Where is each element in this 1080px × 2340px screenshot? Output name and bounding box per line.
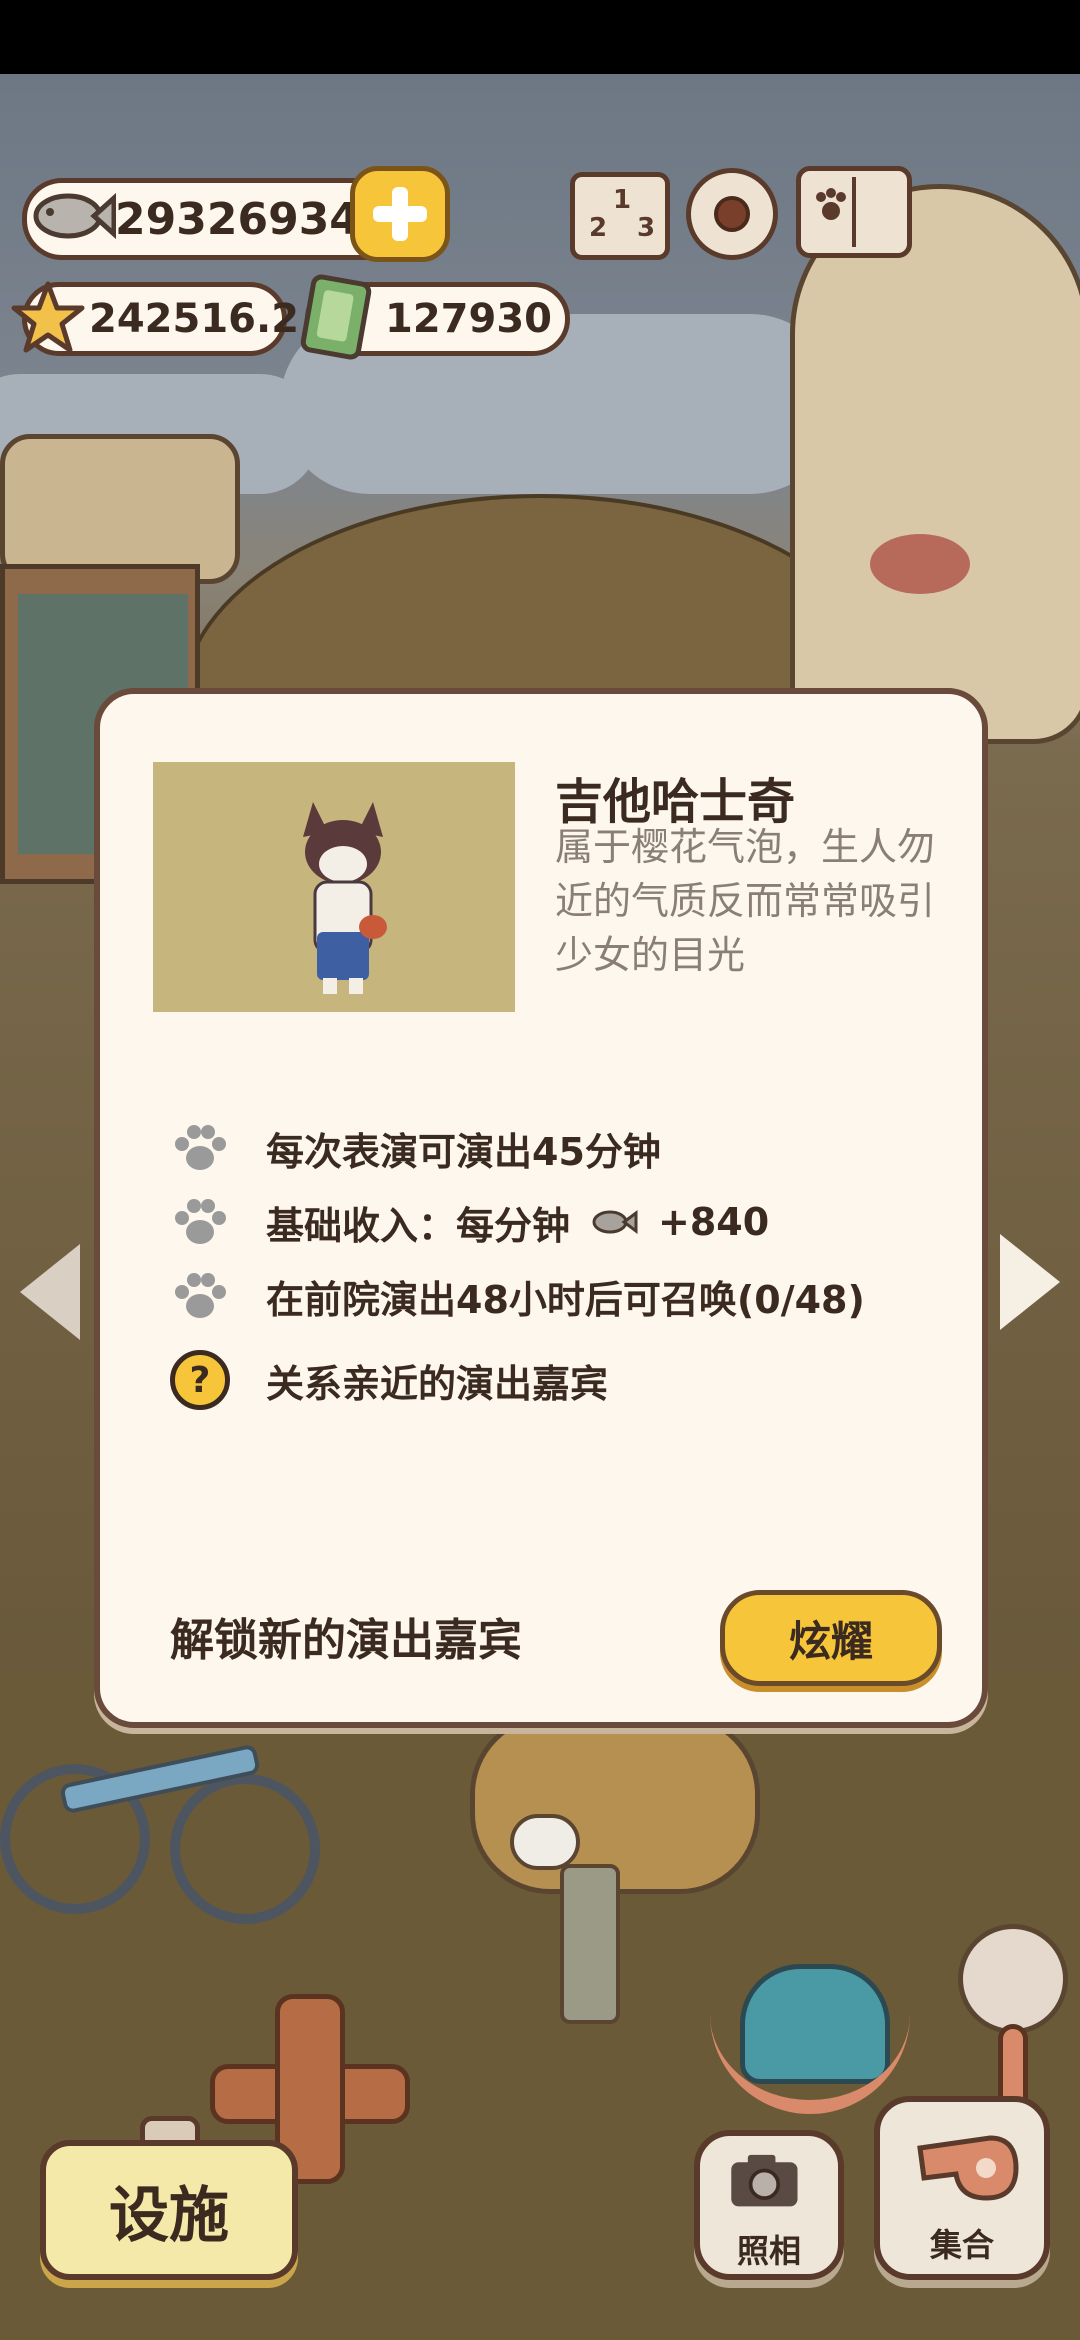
feature-text: 在前院演出48小时后可召唤(0/48) <box>266 1277 865 1322</box>
mushroom-rock <box>790 184 1080 744</box>
guitar-husky-image <box>303 802 387 994</box>
fish-icon <box>592 1210 638 1234</box>
add-coins-button[interactable] <box>350 166 450 262</box>
paw-icon <box>170 1268 230 1324</box>
feature-text: 关系亲近的演出嘉宾 <box>266 1361 609 1406</box>
bicycle-wheel <box>170 1774 320 1924</box>
gumball-machine[interactable] <box>958 1924 1068 2034</box>
shop-roof <box>0 434 240 584</box>
feature-row-duration: 每次表演可演出45分钟 <box>170 1118 661 1178</box>
camera-icon <box>731 2154 798 2207</box>
book-icon <box>816 177 856 247</box>
rock-spot <box>870 534 970 594</box>
income-value: +840 <box>658 1200 770 1244</box>
photo-button[interactable]: 照相 <box>694 2130 844 2280</box>
character-portrait <box>153 762 515 1012</box>
facility-label: 设施 <box>109 2180 229 2251</box>
fish-coin-icon <box>33 192 116 240</box>
photo-label: 照相 <box>736 2232 801 2270</box>
tickets-value: 127930 <box>385 296 552 342</box>
paw-icon <box>170 1194 230 1250</box>
feature-row-summon: 在前院演出48小时后可召唤(0/48) <box>170 1266 865 1326</box>
settings-gear-icon[interactable] <box>686 168 778 260</box>
ticket-icon <box>300 274 372 360</box>
tree-trunk <box>560 1864 620 2024</box>
status-bar <box>0 0 1080 74</box>
question-icon[interactable]: ? <box>170 1350 230 1410</box>
star-icon <box>11 281 85 353</box>
feature-row-income: 基础收入：每分钟 +840 <box>170 1192 769 1252</box>
facility-button[interactable]: 设施 <box>40 2140 298 2280</box>
gear-icon <box>714 196 750 232</box>
show-off-button[interactable]: 炫耀 <box>720 1590 942 1686</box>
cat-in-tree[interactable] <box>510 1814 580 1870</box>
ranking-button[interactable]: 2 1 3 <box>570 172 670 260</box>
whistle-icon <box>917 2135 1019 2201</box>
gather-button[interactable]: 集合 <box>874 2096 1050 2280</box>
fish-coins-value: 29326934 <box>115 193 360 245</box>
feature-row-related-guest[interactable]: ? 关系亲近的演出嘉宾 <box>170 1350 608 1410</box>
feature-text: 每次表演可演出45分钟 <box>266 1129 661 1174</box>
feature-text: 基础收入：每分钟 <box>266 1203 571 1248</box>
unlock-label: 解锁新的演出嘉宾 <box>170 1615 522 1666</box>
cat-book-button[interactable] <box>796 166 912 258</box>
performer-info-dialog: 吉他哈士奇 属于樱花气泡，生人勿近的气质反而常常吸引少女的目光 每次表演可演出4… <box>94 688 988 1728</box>
gather-label: 集合 <box>929 2226 994 2264</box>
stars-value: 242516.2 <box>89 296 300 342</box>
character-description: 属于樱花气泡，生人勿近的气质反而常常吸引少女的目光 <box>555 825 936 977</box>
paw-icon <box>170 1120 230 1176</box>
arrow-right-icon[interactable] <box>1000 1234 1060 1330</box>
arrow-left-icon[interactable] <box>20 1244 80 1340</box>
